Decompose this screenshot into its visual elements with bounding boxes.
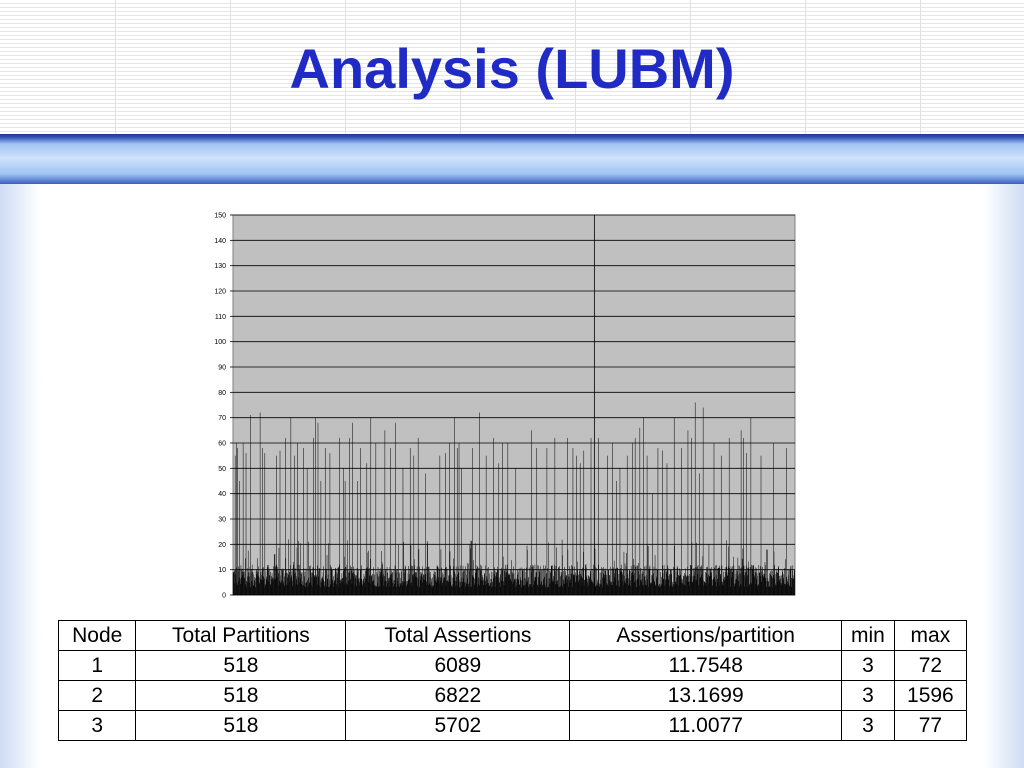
y-tick-label: 120 xyxy=(214,289,226,296)
table-cell: 72 xyxy=(893,650,968,681)
column-header: max xyxy=(893,620,968,651)
table-cell: 1596 xyxy=(893,680,968,711)
y-tick-label: 40 xyxy=(218,491,226,498)
partition-size-chart: 0 10 20 30 40 50 60 70 80 90 100 110 120 130 140 150 xyxy=(214,213,796,600)
table-body: 1 518 6089 11.7548 3 72 2 518 6822 13.1699 3 1596 3 5… xyxy=(57,650,968,741)
y-tick-label: 80 xyxy=(218,390,226,397)
table-cell: 2 xyxy=(57,680,137,711)
table-cell: 3 xyxy=(841,650,895,681)
y-tick-label: 10 xyxy=(218,567,226,574)
y-tick-label: 60 xyxy=(218,441,226,448)
table-cell: 11.0077 xyxy=(569,710,843,741)
column-header: Assertions/partition xyxy=(569,620,843,651)
partition-stats-table: Node Total Partitions Total Assertions Asse… xyxy=(57,620,968,741)
column-header: Node xyxy=(57,620,137,651)
y-tick-label: 130 xyxy=(214,263,226,270)
table-cell: 518 xyxy=(135,680,347,711)
y-tick-label: 100 xyxy=(214,339,226,346)
table-row: 1 518 6089 11.7548 3 72 xyxy=(57,650,968,681)
header-accent-bar xyxy=(0,134,1024,184)
table-cell: 13.1699 xyxy=(569,680,843,711)
y-tick-label: 150 xyxy=(214,213,226,220)
y-tick-label: 20 xyxy=(218,542,226,549)
table-cell: 3 xyxy=(841,680,895,711)
table-cell: 6089 xyxy=(345,650,571,681)
y-tick-label: 30 xyxy=(218,517,226,524)
y-tick-label: 140 xyxy=(214,238,226,245)
plot-area xyxy=(232,214,796,596)
y-tick-label: 70 xyxy=(218,415,226,422)
table-cell: 3 xyxy=(841,710,895,741)
table-cell: 6822 xyxy=(345,680,571,711)
column-header: Total Partitions xyxy=(135,620,347,651)
column-header: min xyxy=(841,620,895,651)
table-cell: 518 xyxy=(135,710,347,741)
y-tick-label: 110 xyxy=(215,314,226,321)
table-cell: 5702 xyxy=(345,710,571,741)
slide-title: Analysis (LUBM) xyxy=(289,37,735,100)
table-cell: 518 xyxy=(135,650,347,681)
y-tick-label: 0 xyxy=(222,593,226,600)
table-row: 2 518 6822 13.1699 3 1596 xyxy=(57,680,968,711)
table-cell: 77 xyxy=(893,710,968,741)
table-cell: 1 xyxy=(57,650,137,681)
y-axis-ticks: 0 10 20 30 40 50 60 70 80 90 100 110 120 130 140 150 xyxy=(214,213,233,600)
y-tick-label: 90 xyxy=(218,365,226,372)
table-row: 3 518 5702 11.0077 3 77 xyxy=(57,710,968,741)
y-tick-label: 50 xyxy=(218,466,226,473)
table-header-row: Node Total Partitions Total Assertions Asse… xyxy=(57,620,968,651)
column-header: Total Assertions xyxy=(345,620,571,651)
table-cell: 11.7548 xyxy=(569,650,843,681)
table-cell: 3 xyxy=(57,710,137,741)
